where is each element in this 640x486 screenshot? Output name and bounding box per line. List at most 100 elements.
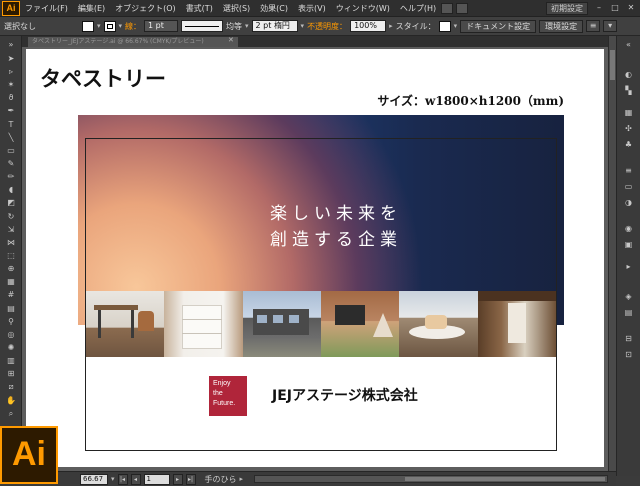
maximize-icon[interactable]: □ <box>608 2 622 14</box>
bleed-frame <box>85 138 557 451</box>
preferences-button[interactable]: 環境設定 <box>539 19 584 33</box>
column-graph-tool-icon[interactable]: ▥ <box>4 356 18 365</box>
chevron-down-icon[interactable]: ▾ <box>245 22 249 30</box>
artboards-panel-icon[interactable]: ▤ <box>623 308 634 317</box>
color-panel-icon[interactable]: ◐ <box>623 70 634 79</box>
close-icon[interactable]: ✕ <box>624 2 638 14</box>
type-tool-icon[interactable]: T <box>4 120 18 129</box>
status-bar: 66.67 ▾ |◂ ◂ 1 ▸ ▸| 手のひら ▸ <box>58 471 616 486</box>
gradient-tool-icon[interactable]: ▤ <box>4 304 18 313</box>
line-tool-icon[interactable]: ╲ <box>4 133 18 142</box>
swatches-panel-icon[interactable]: ▦ <box>623 108 634 117</box>
collapse-icon[interactable]: « <box>623 40 634 49</box>
stroke-swatch[interactable] <box>103 20 116 32</box>
menu-type[interactable]: 書式(T) <box>181 3 218 14</box>
artboard-tool-icon[interactable]: ⊞ <box>4 369 18 378</box>
document-setup-button[interactable]: ドキュメント設定 <box>460 19 537 33</box>
blend-tool-icon[interactable]: ◎ <box>4 330 18 339</box>
hand-tool-icon[interactable]: ✋ <box>4 396 18 405</box>
menu-window[interactable]: ウィンドウ(W) <box>331 3 395 14</box>
symbol-sprayer-tool-icon[interactable]: ✺ <box>4 343 18 352</box>
workspace-switcher[interactable]: 初期設定 <box>546 1 588 15</box>
chevron-right-icon[interactable]: ▸ <box>240 475 244 483</box>
zoom-tool-icon[interactable]: ⌕ <box>4 409 18 418</box>
menu-view[interactable]: 表示(V) <box>293 3 331 14</box>
direct-selection-tool-icon[interactable]: ▹ <box>4 67 18 76</box>
symbols-panel-icon[interactable]: ♣ <box>623 140 634 149</box>
shape-builder-tool-icon[interactable]: ⊕ <box>4 264 18 273</box>
document-tab-bar: タペストリー_JEJアステージ.ai @ 66.67% (CMYK/プレビュー)… <box>22 36 608 47</box>
horizontal-scroll-thumb[interactable] <box>405 477 606 481</box>
artboard-number-field[interactable]: 1 <box>143 473 170 485</box>
paintbrush-tool-icon[interactable]: ✎ <box>4 159 18 168</box>
stroke-panel-icon[interactable]: ≡ <box>623 166 634 175</box>
transform-panel-icon[interactable]: ⊡ <box>623 350 634 359</box>
document-tab[interactable]: タペストリー_JEJアステージ.ai @ 66.67% (CMYK/プレビュー) <box>28 37 238 47</box>
blob-brush-tool-icon[interactable]: ◖ <box>4 185 18 194</box>
close-icon[interactable]: ✕ <box>228 36 234 44</box>
variable-width-profile[interactable] <box>181 20 224 32</box>
slice-tool-icon[interactable]: ⧄ <box>4 382 18 391</box>
opacity-field[interactable]: 100% <box>350 20 387 32</box>
eraser-tool-icon[interactable]: ◩ <box>4 198 18 207</box>
stroke-weight-field[interactable]: 1 pt <box>144 20 179 32</box>
menu-file[interactable]: ファイル(F) <box>20 3 73 14</box>
transparency-panel-icon[interactable]: ◑ <box>623 198 634 207</box>
align-panel-icon[interactable]: ⊟ <box>623 334 634 343</box>
graphic-styles-panel-icon[interactable]: ▣ <box>623 240 634 249</box>
brushes-panel-icon[interactable]: ✣ <box>623 124 634 133</box>
perspective-grid-tool-icon[interactable]: ▦ <box>4 277 18 286</box>
chevron-down-icon[interactable]: ▾ <box>301 22 305 30</box>
free-transform-tool-icon[interactable]: ⬚ <box>4 251 18 260</box>
menu-object[interactable]: オブジェクト(O) <box>110 3 181 14</box>
bridge-icon[interactable] <box>441 2 454 14</box>
gradient-panel-icon[interactable]: ▭ <box>623 182 634 191</box>
opacity-label[interactable]: 不透明度： <box>307 21 347 32</box>
zoom-level-field[interactable]: 66.67 <box>80 473 108 485</box>
lasso-tool-icon[interactable]: ϑ <box>4 93 18 102</box>
layers-panel-icon[interactable]: ◈ <box>623 292 634 301</box>
chevron-right-icon[interactable]: ▸ <box>389 22 393 30</box>
previous-artboard-button[interactable]: ◂ <box>130 473 141 485</box>
menu-bar: Ai ファイル(F) 編集(E) オブジェクト(O) 書式(T) 選択(S) 効… <box>0 0 640 17</box>
vertical-scrollbar[interactable] <box>608 36 616 471</box>
color-guide-icon[interactable]: ▚ <box>623 86 634 95</box>
vertical-scroll-thumb[interactable] <box>610 50 615 80</box>
chevron-down-icon[interactable]: ▾ <box>454 22 458 30</box>
chevron-down-icon[interactable]: ▾ <box>97 22 101 30</box>
next-artboard-button[interactable]: ▸ <box>172 473 183 485</box>
pen-tool-icon[interactable]: ✒ <box>4 106 18 115</box>
mesh-tool-icon[interactable]: # <box>4 290 18 299</box>
last-artboard-button[interactable]: ▸| <box>185 473 196 485</box>
scale-tool-icon[interactable]: ⇲ <box>4 225 18 234</box>
brush-definition[interactable]: 2 pt 楕円 <box>251 20 298 32</box>
appearance-panel-icon[interactable]: ◉ <box>623 224 634 233</box>
width-tool-icon[interactable]: ⋈ <box>4 238 18 247</box>
menu-effect[interactable]: 効果(C) <box>255 3 293 14</box>
expand-icon[interactable]: ▸ <box>623 262 634 271</box>
chevron-down-icon[interactable]: ▾ <box>111 475 115 483</box>
menu-edit[interactable]: 編集(E) <box>73 3 110 14</box>
rectangle-tool-icon[interactable]: ▭ <box>4 146 18 155</box>
graphic-style-swatch[interactable] <box>438 20 451 32</box>
fill-swatch[interactable] <box>82 20 94 32</box>
horizontal-scrollbar[interactable] <box>254 475 608 483</box>
panel-menu-icon[interactable]: ▾ <box>603 20 618 32</box>
menu-help[interactable]: ヘルプ(H) <box>395 3 441 14</box>
selection-tool-icon[interactable]: ➤ <box>4 54 18 63</box>
chevron-down-icon[interactable]: ▾ <box>119 22 123 30</box>
pencil-tool-icon[interactable]: ✏ <box>4 172 18 181</box>
minimize-icon[interactable]: – <box>592 2 606 14</box>
menu-select[interactable]: 選択(S) <box>218 3 255 14</box>
collapse-icon[interactable]: » <box>4 40 18 49</box>
rotate-tool-icon[interactable]: ↻ <box>4 212 18 221</box>
magic-wand-tool-icon[interactable]: ✶ <box>4 80 18 89</box>
stroke-label[interactable]: 線： <box>125 21 141 32</box>
artboard[interactable]: タペストリー サイズ：w1800×h1200（mm) 楽しい未来を 創造する企業 <box>26 49 604 467</box>
arrange-documents-icon[interactable] <box>456 2 469 14</box>
first-artboard-button[interactable]: |◂ <box>117 473 128 485</box>
eyedropper-tool-icon[interactable]: ⚲ <box>4 317 18 326</box>
canvas-area[interactable]: タペストリー サイズ：w1800×h1200（mm) 楽しい未来を 創造する企業 <box>22 47 608 471</box>
align-icon[interactable]: ≡ <box>586 20 601 32</box>
control-bar: 選択なし ▾ ▾ 線： 1 pt 均等 ▾ 2 pt 楕円 ▾ 不透明度： 10… <box>0 17 640 36</box>
